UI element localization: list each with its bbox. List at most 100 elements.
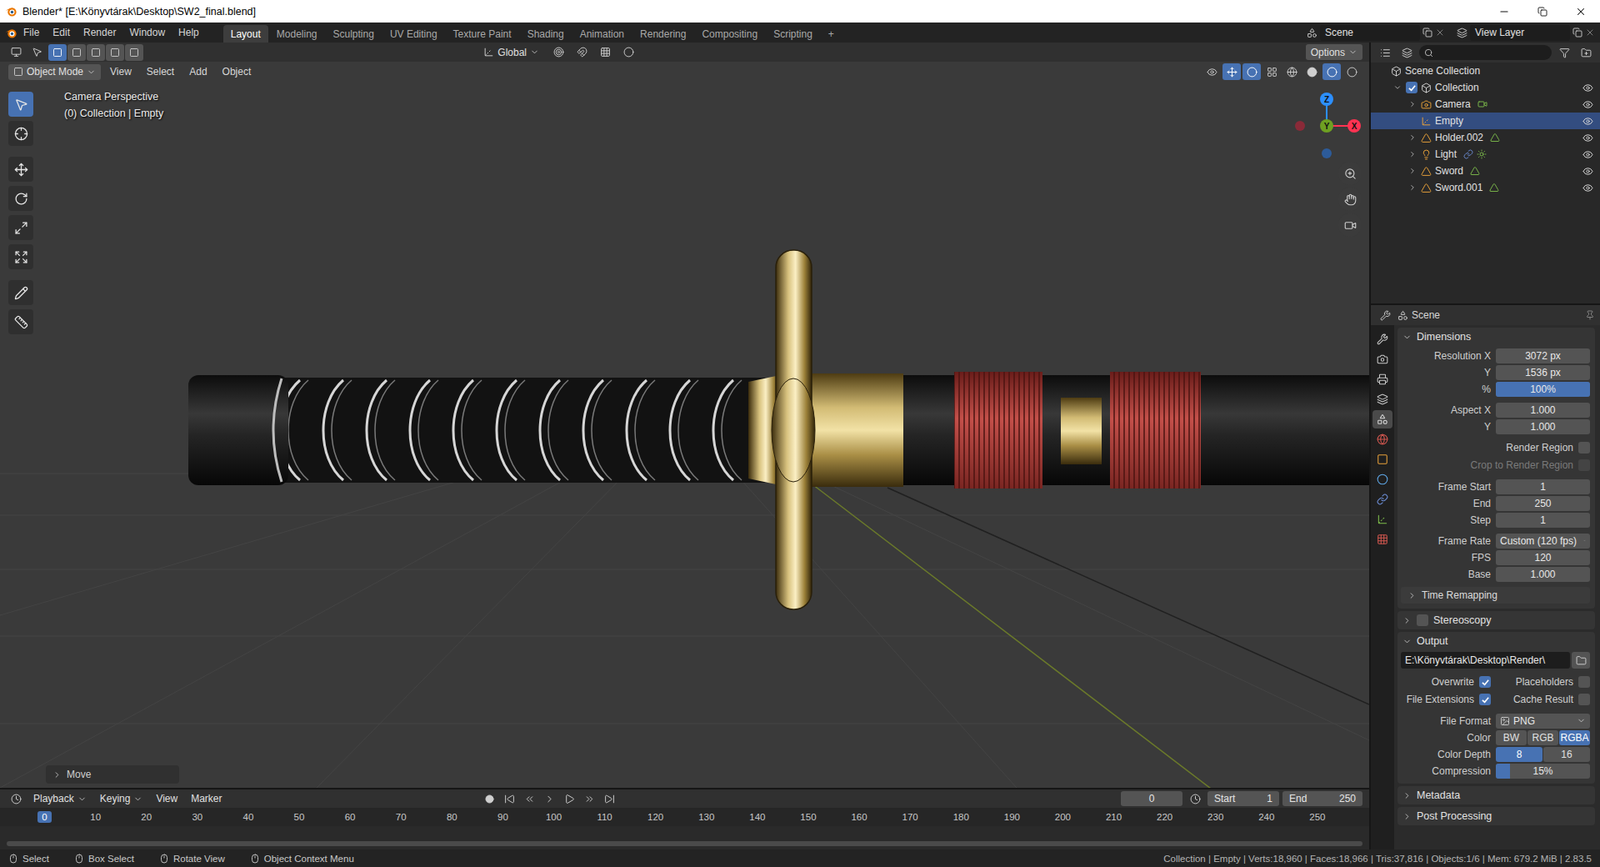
workspace-tab[interactable]: Texture Paint [445,25,520,43]
segment-button[interactable]: RGB [1527,730,1559,745]
viewport-menu-item[interactable]: Add [183,64,213,80]
editor-type-button[interactable] [6,44,25,61]
panel-checkbox[interactable] [1416,614,1429,626]
outliner-row[interactable]: Empty [1370,112,1600,130]
checkbox[interactable] [1479,675,1491,688]
editor-type-button[interactable] [1375,306,1395,324]
number-field[interactable]: 1.000 [1495,419,1590,435]
properties-tab[interactable] [1372,490,1393,509]
tool-button[interactable] [8,185,34,211]
checkbox-row[interactable]: Crop to Render Region [1400,456,1590,474]
segment-button[interactable]: BW [1495,730,1527,745]
properties-tab[interactable] [1372,510,1393,529]
tool-button[interactable] [8,280,34,305]
select-field[interactable]: Custom (120 fps) [1495,533,1590,549]
outliner-search[interactable] [1419,45,1552,60]
checkbox[interactable] [1578,675,1590,688]
wireframe-shading[interactable] [1282,63,1301,80]
workspace-tab[interactable]: Scripting [765,25,820,43]
tool-button[interactable] [8,156,34,182]
checkbox[interactable] [1578,459,1590,471]
frame-ruler[interactable]: 0102030405060708090100110120130140150160… [0,807,1370,826]
pivot-button[interactable] [549,44,568,61]
outliner-row[interactable]: Holder.002 [1370,129,1600,146]
slider-field[interactable]: 100% [1495,381,1590,397]
properties-tab[interactable] [1372,530,1393,549]
pan-button[interactable] [1338,187,1362,211]
new-collection-button[interactable] [1576,44,1595,61]
timeline-menu[interactable]: Playback [28,790,92,807]
xray-toggle[interactable] [1262,63,1281,80]
expander[interactable] [1407,165,1418,176]
panel-header[interactable]: Stereoscopy [1397,610,1595,630]
viewport-menu-item[interactable]: Object [216,64,258,80]
tool-button[interactable] [8,120,34,146]
camera-view-button[interactable] [1338,213,1362,237]
number-field[interactable]: 1 [1495,512,1590,528]
outliner-row[interactable]: Camera [1370,95,1600,113]
viewport-menu-item[interactable]: View [104,64,138,80]
eye-icon[interactable] [1582,182,1594,194]
jump-start-button[interactable] [500,790,519,807]
properties-tab[interactable] [1372,410,1393,429]
rendered-shading[interactable] [1342,63,1361,80]
menu-item[interactable]: Help [172,25,205,40]
proportional-button[interactable] [619,44,638,61]
properties-tab[interactable] [1372,370,1393,389]
scene-field[interactable]: Scene [1320,25,1420,41]
minimize-button[interactable] [1485,0,1524,23]
mode-dropdown[interactable]: Object Mode [8,64,101,80]
preview-range-button[interactable] [1185,790,1205,807]
timeline-scrollbar[interactable] [6,840,1363,846]
last-operator-panel[interactable]: Move [45,765,180,784]
checkbox[interactable] [1479,693,1491,705]
expander[interactable] [1392,82,1403,93]
eye-icon[interactable] [1582,165,1594,177]
play-button[interactable] [560,790,579,807]
eye-icon[interactable] [1582,99,1594,110]
eye-icon[interactable] [1582,149,1594,160]
panel-header[interactable]: Dimensions [1397,327,1595,346]
display-mode-button[interactable] [1397,44,1416,61]
checkbox-row[interactable]: File Extensions [1400,690,1491,708]
play-reverse-button[interactable] [540,790,559,807]
workspace-tab[interactable]: UV Editing [382,25,445,43]
orientation-dropdown[interactable]: Global [478,44,545,60]
editor-type-button[interactable] [6,790,25,807]
zoom-button[interactable] [1338,161,1362,185]
eye-icon[interactable] [1582,115,1594,127]
menu-item[interactable]: File [17,25,45,40]
start-frame-field[interactable]: Start1 [1207,790,1280,806]
timeline-menu[interactable]: Marker [185,790,227,807]
workspace-tab[interactable]: Modeling [269,25,325,43]
workspace-tab[interactable]: Layout [223,25,269,43]
menu-item[interactable]: Render [77,25,122,40]
select-mode-button[interactable] [48,44,67,61]
visibility-button[interactable] [1202,63,1221,80]
expander[interactable] [1407,99,1418,110]
filter-button[interactable] [1555,44,1574,61]
overlay-toggle[interactable] [1242,63,1261,80]
properties-tab[interactable] [1372,450,1393,469]
workspace-tab[interactable]: Rendering [632,25,694,43]
panel-header[interactable]: Post Processing [1397,806,1595,825]
tool-button[interactable] [8,215,34,240]
properties-tab[interactable] [1372,350,1393,369]
timeline-menu[interactable]: View [150,790,183,807]
workspace-tab[interactable]: Sculpting [325,25,382,43]
jump-end-button[interactable] [600,790,619,807]
number-field[interactable]: 1.000 [1495,566,1590,582]
checkbox-row[interactable]: Cache Result [1495,690,1590,708]
menu-item[interactable]: Edit [46,25,76,40]
viewport-menu-item[interactable]: Select [140,64,180,80]
segment-button[interactable]: 16 [1543,746,1590,762]
workspace-tab[interactable]: Animation [572,25,632,43]
select-mode-button[interactable] [125,44,144,61]
tool-button[interactable] [8,309,34,335]
solid-shading[interactable] [1302,63,1321,80]
timeline-menu[interactable]: Keying [95,790,149,807]
eye-icon[interactable] [1582,82,1594,94]
timeline-track[interactable] [0,825,1370,850]
checkbox[interactable] [1578,441,1590,454]
checkbox-row[interactable]: Render Region [1400,439,1590,456]
